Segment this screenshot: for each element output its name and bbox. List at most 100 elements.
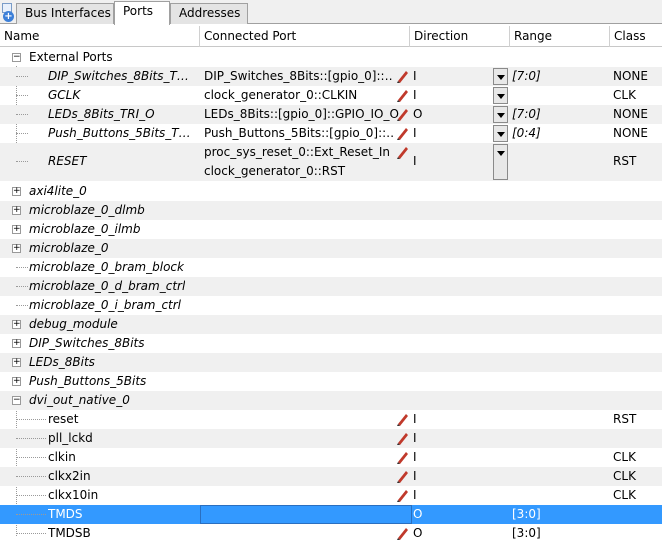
collapse-icon[interactable]: − xyxy=(12,53,21,62)
pencil-icon[interactable] xyxy=(395,125,409,141)
add-icon[interactable]: + xyxy=(2,3,14,22)
instance-label: microblaze_0_dlmb xyxy=(29,203,145,217)
tab-addresses[interactable]: Addresses xyxy=(170,3,248,24)
tree-row-instance[interactable]: + LEDs_8Bits xyxy=(0,353,662,372)
table-row[interactable]: DIP_Switches_8Bits_T… DIP_Switches_8Bits… xyxy=(0,67,662,86)
header-name[interactable]: Name xyxy=(0,26,200,47)
pencil-icon[interactable] xyxy=(395,87,409,103)
tree-row-instance[interactable]: + Push_Buttons_5Bits xyxy=(0,372,662,391)
port-name: pll_lckd xyxy=(48,431,93,445)
table-row[interactable]: clkx2in I CLK xyxy=(0,467,662,486)
table-row[interactable]: RESET proc_sys_reset_0::Ext_Reset_In clo… xyxy=(0,143,662,181)
table-row[interactable]: clkin I CLK xyxy=(0,448,662,467)
port-name: LEDs_8Bits_TRI_O xyxy=(48,107,155,121)
port-name: clkx2in xyxy=(48,469,91,483)
port-direction: O xyxy=(413,107,423,121)
header-range[interactable]: Range xyxy=(510,26,610,47)
port-direction: I xyxy=(413,88,417,102)
table-row[interactable]: TMDSB O [3:0] xyxy=(0,524,662,543)
pencil-icon[interactable] xyxy=(395,468,409,484)
expand-icon[interactable]: + xyxy=(12,320,21,329)
group-label: External Ports xyxy=(29,50,113,64)
header-direction[interactable]: Direction xyxy=(410,26,510,47)
table-row[interactable]: reset I RST xyxy=(0,410,662,429)
expand-icon[interactable]: + xyxy=(12,206,21,215)
tree-row-instance[interactable]: + debug_module xyxy=(0,315,662,334)
tree-row-instance[interactable]: microblaze_0_d_bram_ctrl xyxy=(0,277,662,296)
port-name: GCLK xyxy=(48,88,81,102)
instance-label: microblaze_0_ilmb xyxy=(29,222,141,236)
port-direction: I xyxy=(413,488,417,502)
tree-row-external-ports[interactable]: − External Ports xyxy=(0,48,662,67)
port-range: [3:0] xyxy=(512,526,541,540)
port-class xyxy=(613,429,662,448)
pencil-icon[interactable] xyxy=(395,487,409,503)
port-class: CLK xyxy=(613,488,636,502)
instance-label: microblaze_0_bram_block xyxy=(29,260,184,274)
port-range: [0:4] xyxy=(512,126,541,140)
header-class[interactable]: Class xyxy=(610,26,662,47)
port-name: TMDS xyxy=(48,507,83,521)
port-class: RST xyxy=(613,154,637,168)
tree-row-instance[interactable]: + axi4lite_0 xyxy=(0,182,662,201)
instance-label: LEDs_8Bits xyxy=(29,355,95,369)
table-row[interactable]: pll_lckd I xyxy=(0,429,662,448)
expand-icon[interactable]: + xyxy=(12,339,21,348)
port-name: clkx10in xyxy=(48,488,99,502)
tree-row-instance[interactable]: + microblaze_0_dlmb xyxy=(0,201,662,220)
connected-port: clock_generator_0::CLKIN xyxy=(204,88,358,102)
tree-row-instance[interactable]: microblaze_0_bram_block xyxy=(0,258,662,277)
table-row[interactable]: Push_Buttons_5Bits_T… Push_Buttons_5Bits… xyxy=(0,124,662,143)
chevron-down-icon[interactable] xyxy=(493,144,508,180)
connected-port: LEDs_8Bits::[gpio_0]::GPIO_IO_O xyxy=(204,107,399,121)
tab-bus-interfaces[interactable]: Bus Interfaces xyxy=(16,3,114,24)
port-direction: I xyxy=(413,431,417,445)
pencil-icon[interactable] xyxy=(395,106,409,122)
tree-row-instance[interactable]: − dvi_out_native_0 xyxy=(0,391,662,410)
pencil-icon[interactable] xyxy=(395,449,409,465)
table-row[interactable]: clkx10in I CLK xyxy=(0,486,662,505)
port-range: [7:0] xyxy=(512,69,541,83)
pencil-icon[interactable] xyxy=(395,411,409,427)
port-direction: I xyxy=(413,154,417,168)
pencil-icon[interactable] xyxy=(395,525,409,541)
tree-row-instance[interactable]: + microblaze_0 xyxy=(0,239,662,258)
port-class: CLK xyxy=(613,450,636,464)
port-name: DIP_Switches_8Bits_T… xyxy=(48,69,189,83)
table-row[interactable]: GCLK clock_generator_0::CLKIN I CLK xyxy=(0,86,662,105)
tree-row-instance[interactable]: microblaze_0_i_bram_ctrl xyxy=(0,296,662,315)
chevron-down-icon[interactable] xyxy=(493,68,508,85)
chevron-down-icon[interactable] xyxy=(493,87,508,104)
instance-label: microblaze_0 xyxy=(29,241,109,255)
table-row-selected[interactable]: TMDS O [3:0] xyxy=(0,505,662,524)
expand-icon[interactable]: + xyxy=(12,377,21,386)
connected-port: clock_generator_0::RST xyxy=(204,164,346,178)
port-name: reset xyxy=(48,412,79,426)
tab-ports[interactable]: Ports xyxy=(114,1,170,25)
instance-label: dvi_out_native_0 xyxy=(29,393,130,407)
pencil-icon[interactable] xyxy=(395,68,409,84)
table-row[interactable]: LEDs_8Bits_TRI_O LEDs_8Bits::[gpio_0]::G… xyxy=(0,105,662,124)
tree-row-instance[interactable]: + DIP_Switches_8Bits xyxy=(0,334,662,353)
expand-icon[interactable]: + xyxy=(12,225,21,234)
expand-icon[interactable]: + xyxy=(12,358,21,367)
pencil-icon[interactable] xyxy=(395,144,409,160)
chevron-down-icon[interactable] xyxy=(493,106,508,123)
pencil-icon[interactable] xyxy=(395,430,409,446)
port-direction: O xyxy=(413,507,423,521)
connected-port-editor[interactable] xyxy=(200,505,412,524)
column-header: Name Connected Port Direction Range Clas… xyxy=(0,26,662,47)
tab-bar: + Bus Interfaces Ports Addresses xyxy=(0,0,662,25)
tree-row-instance[interactable]: + microblaze_0_ilmb xyxy=(0,220,662,239)
chevron-down-icon[interactable] xyxy=(493,125,508,142)
port-range: [3:0] xyxy=(512,507,541,521)
expand-icon[interactable]: + xyxy=(12,187,21,196)
port-class: NONE xyxy=(613,126,648,140)
collapse-icon[interactable]: − xyxy=(12,396,21,405)
connected-port: proc_sys_reset_0::Ext_Reset_In xyxy=(204,145,390,159)
port-class: NONE xyxy=(613,69,648,83)
expand-icon[interactable]: + xyxy=(12,244,21,253)
instance-label: axi4lite_0 xyxy=(29,184,87,198)
header-connected-port[interactable]: Connected Port xyxy=(200,26,410,47)
port-direction: I xyxy=(413,69,417,83)
